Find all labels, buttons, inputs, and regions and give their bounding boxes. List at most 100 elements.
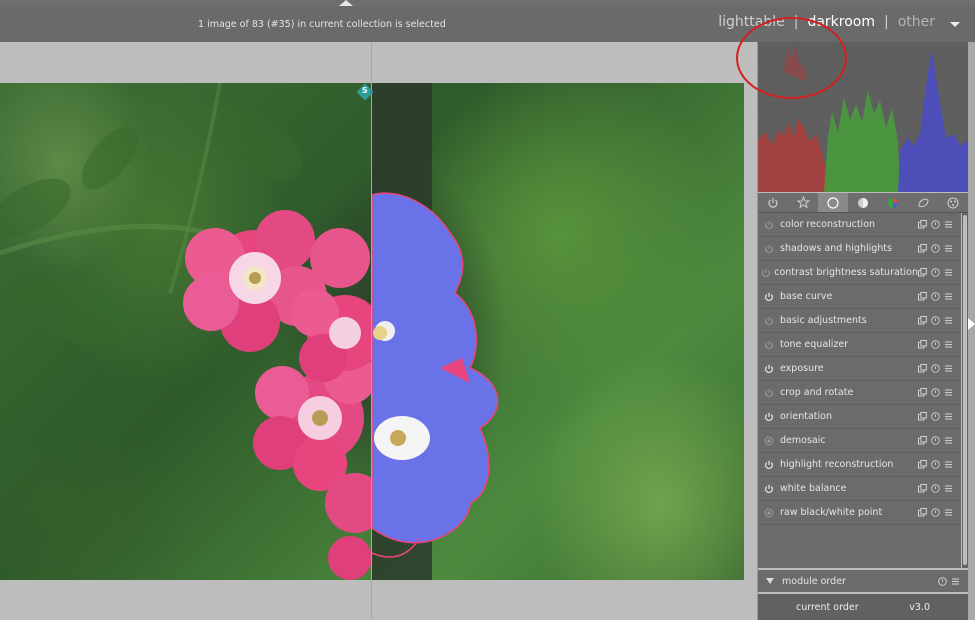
view-lighttable[interactable]: lighttable [718, 14, 785, 30]
module-power-toggle[interactable] [758, 340, 780, 350]
presets-menu-icon[interactable] [944, 484, 953, 493]
image-canvas-area[interactable] [0, 42, 757, 620]
reset-icon[interactable] [931, 292, 940, 301]
module-power-toggle[interactable] [758, 364, 780, 374]
tab-tone[interactable] [848, 193, 878, 212]
flower-left [183, 210, 385, 580]
current-order-value: v3.0 [909, 601, 930, 613]
multi-instance-icon[interactable] [918, 460, 927, 469]
reset-icon[interactable] [931, 436, 940, 445]
view-darkroom[interactable]: darkroom [807, 14, 875, 30]
module-order-header[interactable]: module order [758, 570, 968, 592]
presets-menu-icon[interactable] [944, 220, 953, 229]
multi-instance-icon[interactable] [918, 364, 927, 373]
power-icon [765, 484, 773, 493]
reset-icon[interactable] [931, 220, 940, 229]
module-power-toggle[interactable] [758, 316, 780, 326]
reset-icon[interactable] [931, 340, 940, 349]
module-row[interactable]: crop and rotate [758, 381, 961, 405]
reset-icon[interactable] [931, 388, 940, 397]
view-switcher: lighttable | darkroom | other [718, 14, 935, 30]
presets-menu-icon[interactable] [944, 436, 953, 445]
multi-instance-icon[interactable] [918, 220, 927, 229]
module-power-toggle[interactable] [758, 412, 780, 422]
presets-menu-icon[interactable] [944, 412, 953, 421]
star-icon [796, 196, 810, 209]
multi-instance-icon[interactable] [918, 340, 927, 349]
color-wheel-icon [888, 197, 898, 208]
reset-icon[interactable] [931, 244, 940, 253]
module-power-toggle[interactable] [758, 292, 780, 302]
module-row[interactable]: orientation [758, 405, 961, 429]
presets-menu-icon[interactable] [944, 244, 953, 253]
module-power-toggle[interactable] [758, 484, 780, 494]
reset-icon[interactable] [931, 268, 940, 277]
power-icon [768, 197, 778, 208]
power-icon [765, 316, 773, 325]
reset-icon[interactable] [931, 412, 940, 421]
module-row[interactable]: raw black/white point [758, 501, 961, 525]
presets-menu-icon[interactable] [944, 340, 953, 349]
view-separator: | [793, 14, 799, 30]
power-icon [765, 460, 773, 469]
presets-menu-icon[interactable] [944, 388, 953, 397]
reset-icon[interactable] [938, 576, 947, 586]
multi-instance-icon[interactable] [918, 436, 927, 445]
tab-color[interactable] [878, 193, 908, 212]
reset-icon[interactable] [931, 484, 940, 493]
histogram[interactable] [758, 42, 968, 192]
module-power-toggle[interactable] [758, 244, 780, 254]
multi-instance-icon[interactable] [918, 244, 927, 253]
module-power-toggle[interactable] [758, 388, 780, 398]
multi-instance-icon[interactable] [918, 412, 927, 421]
photo-preview[interactable] [0, 83, 744, 580]
module-row[interactable]: shadows and highlights [758, 237, 961, 261]
multi-instance-icon[interactable] [918, 316, 927, 325]
module-row[interactable]: exposure [758, 357, 961, 381]
scrollbar-thumb[interactable] [963, 215, 967, 565]
power-icon [765, 340, 773, 349]
presets-menu-icon[interactable] [951, 577, 960, 586]
multi-instance-icon[interactable] [918, 268, 927, 277]
reset-icon[interactable] [931, 316, 940, 325]
collapse-arrow-icon[interactable] [766, 578, 774, 584]
multi-instance-icon[interactable] [918, 508, 927, 517]
module-row[interactable]: color reconstruction [758, 213, 961, 237]
module-row[interactable]: demosaic [758, 429, 961, 453]
module-power-toggle[interactable] [758, 268, 774, 278]
module-power-toggle[interactable] [758, 436, 780, 446]
module-power-toggle[interactable] [758, 460, 780, 470]
expand-right-panel-arrow[interactable] [968, 318, 975, 330]
module-name: contrast brightness saturation [774, 267, 918, 278]
presets-menu-icon[interactable] [944, 292, 953, 301]
module-row[interactable]: base curve [758, 285, 961, 309]
reset-icon[interactable] [931, 508, 940, 517]
module-row[interactable]: white balance [758, 477, 961, 501]
reset-icon[interactable] [931, 460, 940, 469]
tab-active-modules[interactable] [758, 193, 788, 212]
view-other[interactable]: other [898, 14, 935, 30]
module-row[interactable]: contrast brightness saturation [758, 261, 961, 285]
presets-menu-icon[interactable] [944, 316, 953, 325]
chevron-down-icon[interactable] [950, 22, 960, 27]
module-row[interactable]: tone equalizer [758, 333, 961, 357]
multi-instance-icon[interactable] [918, 484, 927, 493]
split-divider-line[interactable] [371, 42, 372, 620]
tab-effect[interactable] [938, 193, 968, 212]
module-row[interactable]: highlight reconstruction [758, 453, 961, 477]
presets-menu-icon[interactable] [944, 460, 953, 469]
module-power-toggle[interactable] [758, 220, 780, 230]
multi-instance-icon[interactable] [918, 292, 927, 301]
tab-correct[interactable] [908, 193, 938, 212]
tab-favorites[interactable] [788, 193, 818, 212]
presets-menu-icon[interactable] [944, 268, 953, 277]
presets-menu-icon[interactable] [944, 364, 953, 373]
module-power-toggle[interactable] [758, 508, 780, 518]
module-order-label: module order [782, 575, 846, 587]
multi-instance-icon[interactable] [918, 388, 927, 397]
presets-menu-icon[interactable] [944, 508, 953, 517]
module-row[interactable]: basic adjustments [758, 309, 961, 333]
tab-basic[interactable] [818, 193, 848, 212]
module-group-tabs [758, 193, 968, 213]
reset-icon[interactable] [931, 364, 940, 373]
